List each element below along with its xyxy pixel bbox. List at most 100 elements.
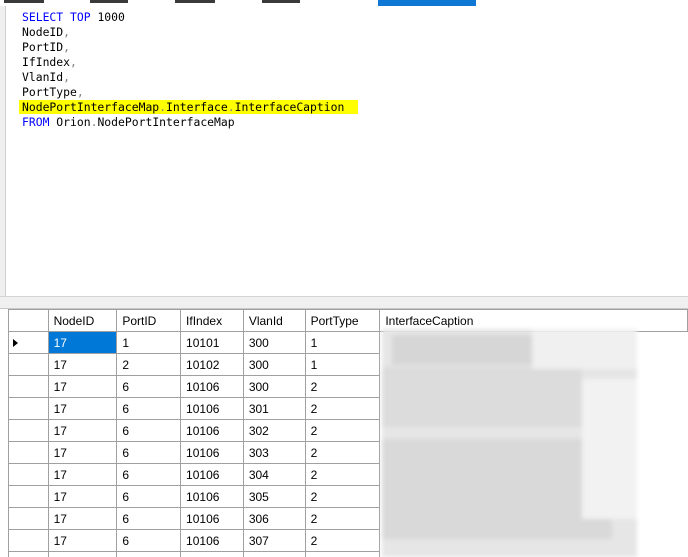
grid-cell-nodeid[interactable]: 17 <box>47 353 118 376</box>
sql-identifier: NodePortInterfaceMap <box>97 115 235 129</box>
sql-identifier: PortType <box>22 85 77 99</box>
grid-cell-vlanid[interactable]: 307 <box>242 529 306 552</box>
query-text[interactable]: SELECT TOP 1000 NodeID, PortID, IfIndex, Vla… <box>19 10 359 130</box>
query-line[interactable]: PortID, <box>22 40 358 55</box>
grid-cell-ifindex[interactable]: 10102 <box>180 353 244 376</box>
column-header-portid[interactable]: PortID <box>116 309 182 332</box>
grid-cell-vlanid[interactable]: 305 <box>242 485 306 508</box>
grid-cell-porttype[interactable]: 2 <box>304 397 381 420</box>
grid-cell-porttype[interactable] <box>304 551 381 557</box>
row-header[interactable] <box>8 397 49 420</box>
grid-cell-vlanid[interactable]: 300 <box>242 353 306 376</box>
grid-cell-ifindex[interactable]: 10106 <box>180 397 244 420</box>
grid-cell-vlanid[interactable]: 303 <box>242 441 306 464</box>
grid-cell-vlanid[interactable]: 301 <box>242 397 306 420</box>
grid-cell-vlanid[interactable]: 300 <box>242 375 306 398</box>
tab-fragment[interactable] <box>4 0 44 3</box>
grid-cell-nodeid[interactable]: 17 <box>47 507 118 530</box>
column-header-ifindex[interactable]: IfIndex <box>180 309 244 332</box>
sql-punctuation: . <box>159 100 167 114</box>
grid-cell-vlanid[interactable]: 304 <box>242 463 306 486</box>
grid-cell-portid[interactable] <box>116 551 182 557</box>
grid-cell-nodeid[interactable]: 17 <box>47 331 118 354</box>
sql-punctuation: , <box>76 85 84 99</box>
sql-identifier: Interface <box>166 100 228 114</box>
row-header-corner[interactable] <box>8 309 49 332</box>
grid-cell-vlanid[interactable]: 302 <box>242 419 306 442</box>
grid-cell-ifindex[interactable]: 10106 <box>180 463 244 486</box>
query-editor[interactable]: SELECT TOP 1000 NodeID, PortID, IfIndex, Vla… <box>0 6 688 296</box>
grid-cell-porttype[interactable]: 2 <box>304 419 381 442</box>
grid-cell-portid[interactable]: 6 <box>116 397 182 420</box>
sql-identifier: IfIndex <box>22 55 71 69</box>
grid-cell-ifindex[interactable]: 10106 <box>180 529 244 552</box>
results-splitter[interactable] <box>0 296 688 309</box>
tab-fragment[interactable] <box>175 0 215 3</box>
column-header-nodeid[interactable]: NodeID <box>47 309 118 332</box>
grid-cell-portid[interactable]: 6 <box>116 485 182 508</box>
grid-cell-porttype[interactable]: 2 <box>304 485 381 508</box>
grid-cell-ifindex[interactable]: 10106 <box>180 485 244 508</box>
grid-cell-vlanid[interactable]: 306 <box>242 507 306 530</box>
column-header-porttype[interactable]: PortType <box>304 309 381 332</box>
query-line[interactable]: SELECT TOP 1000 <box>22 10 358 25</box>
row-header[interactable] <box>8 353 49 376</box>
sql-identifier: PortID <box>22 40 64 54</box>
grid-cell-nodeid[interactable]: 17 <box>47 529 118 552</box>
grid-cell-porttype[interactable]: 2 <box>304 441 381 464</box>
grid-cell-porttype[interactable]: 1 <box>304 353 381 376</box>
grid-cell-ifindex[interactable]: 10106 <box>180 441 244 464</box>
grid-cell-porttype[interactable]: 1 <box>304 331 381 354</box>
query-line[interactable]: NodePortInterfaceMap.Interface.Interface… <box>19 100 359 115</box>
grid-cell-porttype[interactable]: 2 <box>304 507 381 530</box>
grid-cell-portid[interactable]: 6 <box>116 441 182 464</box>
grid-cell-porttype[interactable]: 2 <box>304 463 381 486</box>
grid-cell-portid[interactable]: 2 <box>116 353 182 376</box>
row-header[interactable] <box>8 375 49 398</box>
query-line[interactable]: PortType, <box>22 85 358 100</box>
sql-punctuation: , <box>63 25 71 39</box>
sql-keyword: SELECT TOP <box>22 10 98 24</box>
row-header[interactable] <box>8 331 49 354</box>
grid-cell-porttype[interactable]: 2 <box>304 375 381 398</box>
grid-cell-nodeid[interactable]: 17 <box>47 463 118 486</box>
grid-cell-portid[interactable]: 6 <box>116 463 182 486</box>
row-header[interactable] <box>8 463 49 486</box>
current-row-arrow-icon <box>13 339 18 347</box>
query-line[interactable]: NodeID, <box>22 25 358 40</box>
row-header[interactable] <box>8 529 49 552</box>
row-header[interactable] <box>8 551 49 557</box>
grid-cell-ifindex[interactable]: 10106 <box>180 419 244 442</box>
grid-cell-nodeid[interactable]: 17 <box>47 441 118 464</box>
grid-cell-ifindex[interactable]: 10101 <box>180 331 244 354</box>
grid-cell-portid[interactable]: 6 <box>116 419 182 442</box>
sql-identifier: 1000 <box>97 10 125 24</box>
grid-cell-nodeid[interactable]: 17 <box>47 397 118 420</box>
query-line[interactable]: FROM Orion.NodePortInterfaceMap <box>22 115 358 130</box>
grid-cell-ifindex[interactable]: 10106 <box>180 507 244 530</box>
grid-cell-nodeid[interactable]: 17 <box>47 419 118 442</box>
grid-cell-portid[interactable]: 6 <box>116 507 182 530</box>
grid-cell-nodeid[interactable]: 17 <box>47 551 118 557</box>
grid-cell-portid[interactable]: 6 <box>116 375 182 398</box>
row-header[interactable] <box>8 441 49 464</box>
sql-identifier: VlanId <box>22 70 64 84</box>
tab-fragment[interactable] <box>262 0 300 3</box>
query-line[interactable]: IfIndex, <box>22 55 358 70</box>
grid-cell-porttype[interactable]: 2 <box>304 529 381 552</box>
tab-fragment[interactable] <box>90 0 128 3</box>
row-header[interactable] <box>8 507 49 530</box>
grid-cell-portid[interactable]: 6 <box>116 529 182 552</box>
row-header[interactable] <box>8 419 49 442</box>
grid-cell-vlanid[interactable] <box>242 551 306 557</box>
grid-cell-nodeid[interactable]: 17 <box>47 375 118 398</box>
query-line[interactable]: VlanId, <box>22 70 358 85</box>
grid-cell-ifindex[interactable] <box>180 551 244 557</box>
row-header[interactable] <box>8 485 49 508</box>
grid-cell-ifindex[interactable]: 10106 <box>180 375 244 398</box>
column-header-vlanid[interactable]: VlanId <box>242 309 306 332</box>
grid-cell-vlanid[interactable]: 300 <box>242 331 306 354</box>
sql-punctuation: . <box>227 100 235 114</box>
grid-cell-portid[interactable]: 1 <box>116 331 182 354</box>
grid-cell-nodeid[interactable]: 17 <box>47 485 118 508</box>
